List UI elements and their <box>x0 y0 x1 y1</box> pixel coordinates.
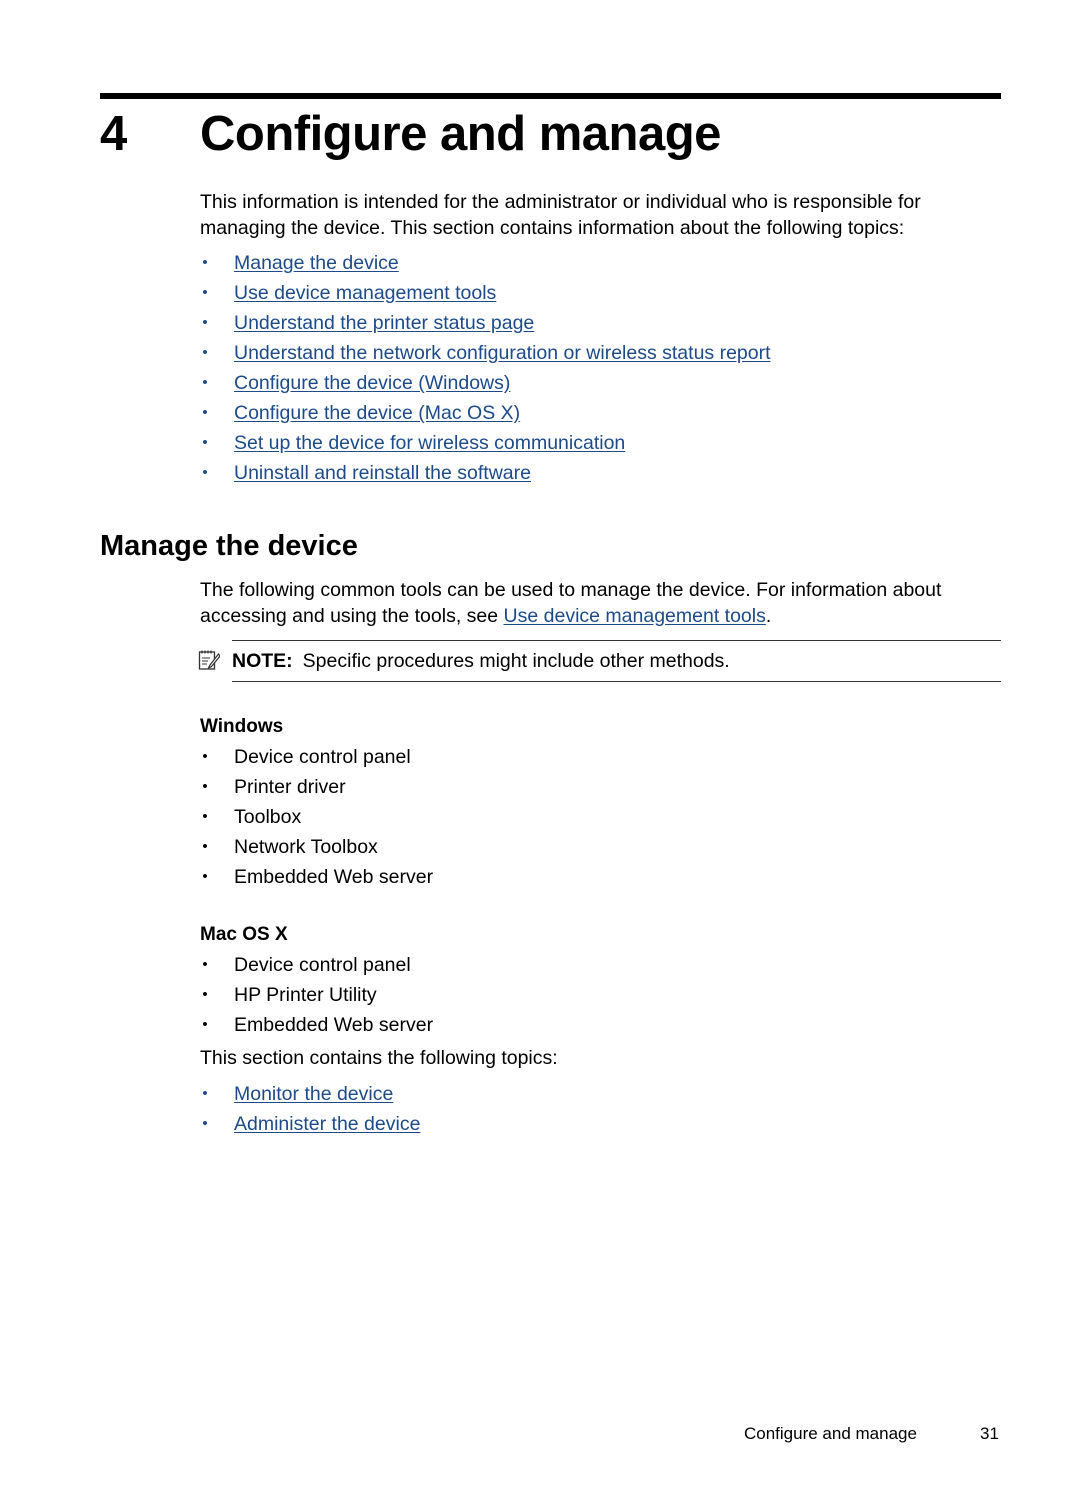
list-item: • Administer the device <box>200 1109 420 1139</box>
topic-link-monitor-device[interactable]: Monitor the device <box>234 1083 393 1105</box>
list-item: • Uninstall and reinstall the software <box>200 458 771 488</box>
list-item-text: HP Printer Utility <box>234 984 377 1006</box>
bullet-icon: • <box>202 284 208 301</box>
bullet-icon: • <box>202 314 208 331</box>
mac-tools-list: • Device control panel • HP Printer Utilit… <box>200 950 433 1040</box>
bullet-icon: • <box>202 956 208 973</box>
list-item-text: Embedded Web server <box>234 866 434 888</box>
list-item: • Device control panel <box>200 950 433 980</box>
chapter-title: 4 Configure and manage <box>100 104 721 164</box>
bullet-icon: • <box>202 374 208 391</box>
list-item: • Use device management tools <box>200 278 771 308</box>
topic-link-manage-device[interactable]: Manage the device <box>234 252 399 274</box>
section-intro-end: . <box>765 604 772 627</box>
section-topics-intro: This section contains the following topi… <box>200 1047 558 1069</box>
bullet-icon: • <box>202 344 208 361</box>
list-item: • Understand the network configuration or… <box>200 338 771 368</box>
bullet-icon: • <box>202 748 208 765</box>
bullet-icon: • <box>202 808 208 825</box>
bullet-icon: • <box>202 1115 208 1132</box>
list-item: • Embedded Web server <box>200 862 433 892</box>
list-item: • Understand the printer status page <box>200 308 771 338</box>
topic-link-configure-mac[interactable]: Configure the device (Mac OS X) <box>234 402 520 424</box>
bullet-icon: • <box>202 1016 208 1033</box>
section-topic-list: • Monitor the device • Administer the devi… <box>200 1079 420 1139</box>
chapter-topic-list: • Manage the device • Use device managemen… <box>200 248 771 488</box>
bullet-icon: • <box>202 986 208 1003</box>
inline-link-management-tools[interactable]: Use device management tools <box>504 605 766 627</box>
section-intro: The following common tools can be used t… <box>200 578 1000 629</box>
list-item-text: Device control panel <box>234 746 411 768</box>
footer-page-number: 31 <box>980 1424 999 1443</box>
list-item-text: Printer driver <box>234 776 346 798</box>
bullet-icon: • <box>202 778 208 795</box>
topic-link-configure-windows[interactable]: Configure the device (Windows) <box>234 372 510 394</box>
bullet-icon: • <box>202 254 208 271</box>
bullet-icon: • <box>202 868 208 885</box>
list-item: • Configure the device (Windows) <box>200 368 771 398</box>
bullet-icon: • <box>202 404 208 421</box>
chapter-top-rule <box>100 93 1001 99</box>
list-item-text: Embedded Web server <box>234 1014 434 1036</box>
note-body: Specific procedures might include other … <box>302 650 730 672</box>
list-item: • Set up the device for wireless communic… <box>200 428 771 458</box>
bullet-icon: • <box>202 434 208 451</box>
windows-tools-list: • Device control panel • Printer driver • T… <box>200 742 433 892</box>
topic-link-uninstall-reinstall[interactable]: Uninstall and reinstall the software <box>234 462 531 484</box>
list-item: • Configure the device (Mac OS X) <box>200 398 771 428</box>
topic-link-administer-device[interactable]: Administer the device <box>234 1113 420 1135</box>
section-title: Manage the device <box>100 530 358 562</box>
note-pencil-icon <box>198 650 220 670</box>
topic-link-network-report[interactable]: Understand the network configuration or … <box>234 342 771 364</box>
list-item: • Network Toolbox <box>200 832 433 862</box>
list-item: • Printer driver <box>200 772 433 802</box>
note-label: NOTE: <box>232 650 293 672</box>
chapter-title-text: Configure and manage <box>200 107 721 161</box>
topic-link-wireless-setup[interactable]: Set up the device for wireless communica… <box>234 432 625 454</box>
list-item: • HP Printer Utility <box>200 980 433 1010</box>
chapter-intro: This information is intended for the adm… <box>200 191 921 239</box>
list-item-text: Device control panel <box>234 954 411 976</box>
list-item: • Device control panel <box>200 742 433 772</box>
bullet-icon: • <box>202 1085 208 1102</box>
footer-chapter-title: Configure and manage <box>744 1424 917 1443</box>
list-item: • Manage the device <box>200 248 771 278</box>
note-text: NOTE: Specific procedures might include o… <box>232 649 730 673</box>
windows-heading: Windows <box>200 716 284 737</box>
mac-heading: Mac OS X <box>200 924 288 945</box>
list-item: • Toolbox <box>200 802 433 832</box>
bullet-icon: • <box>202 464 208 481</box>
list-item: • Monitor the device <box>200 1079 420 1109</box>
note-box: NOTE: Specific procedures might include o… <box>198 640 1001 682</box>
bullet-icon: • <box>202 838 208 855</box>
chapter-number: 4 <box>100 107 127 161</box>
list-item-text: Network Toolbox <box>234 836 378 858</box>
topic-link-printer-status-page[interactable]: Understand the printer status page <box>234 312 534 334</box>
list-item: • Embedded Web server <box>200 1010 433 1040</box>
topic-link-management-tools[interactable]: Use device management tools <box>234 282 496 304</box>
list-item-text: Toolbox <box>234 806 302 828</box>
